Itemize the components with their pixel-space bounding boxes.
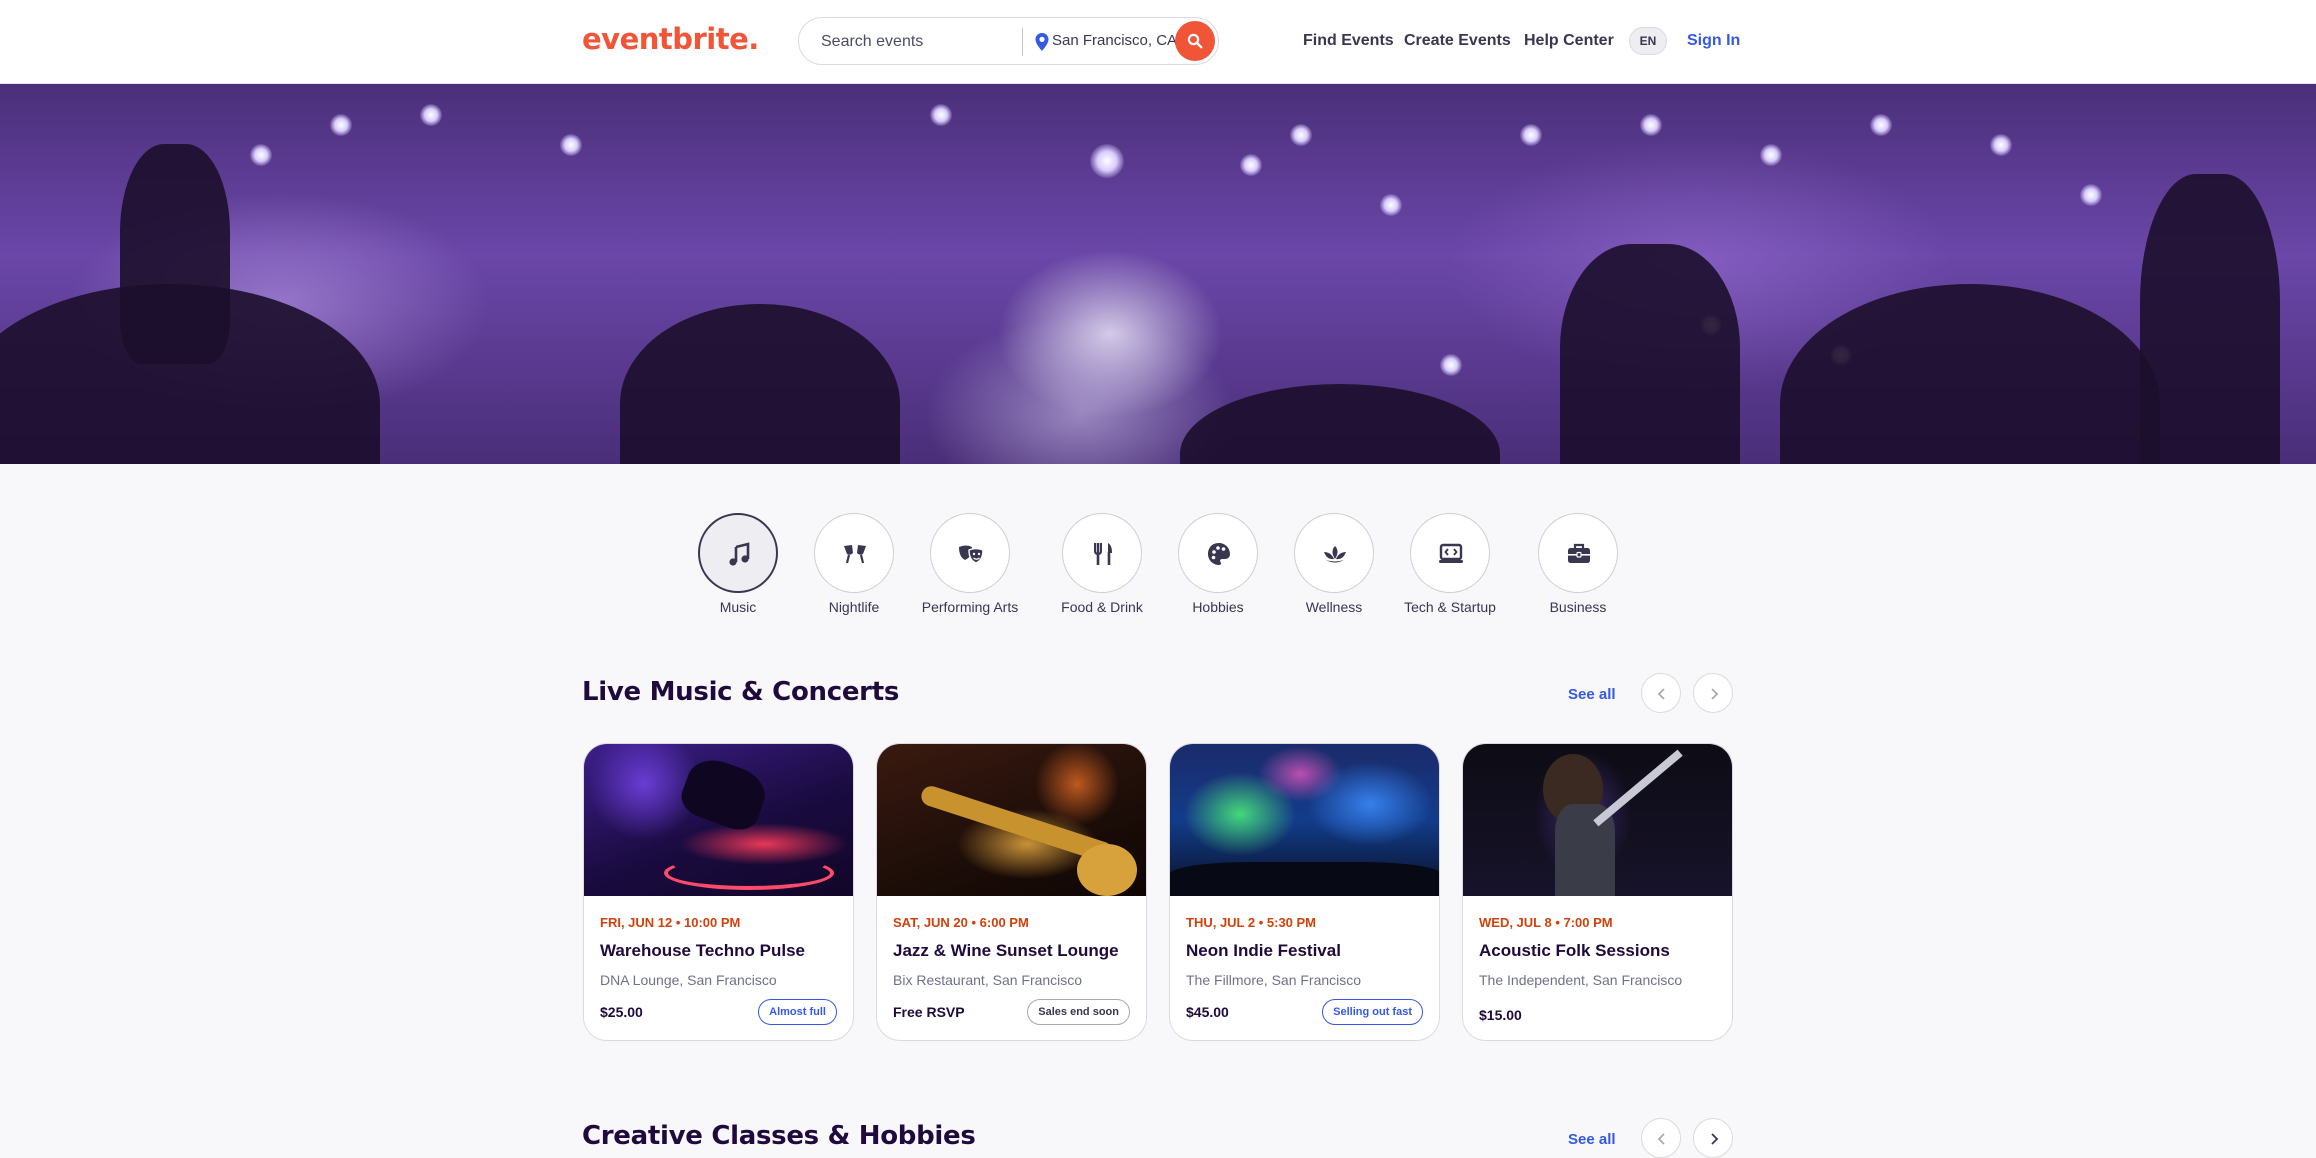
category-business[interactable]: Business <box>1538 513 1648 623</box>
event-date: WED, JUL 8 • 7:00 PM <box>1479 915 1613 930</box>
crowd-silhouette <box>1560 244 1740 464</box>
nav-help-center[interactable]: Help Center <box>1524 32 1614 50</box>
event-date: THU, JUL 2 • 5:30 PM <box>1186 915 1317 930</box>
chevron-right-icon <box>1711 688 1719 700</box>
event-image-trumpet <box>877 744 1146 896</box>
category-circle <box>930 513 1010 593</box>
section-title-live-music: Live Music & Concerts <box>582 677 899 707</box>
event-price: $15.00 <box>1479 1007 1522 1023</box>
crowd-silhouette <box>1180 384 1500 464</box>
carousel-prev-button[interactable] <box>1641 673 1681 713</box>
search-bar: San Francisco, CA <box>798 17 1219 65</box>
category-circle <box>698 513 778 593</box>
status-badge: Almost full <box>758 999 837 1025</box>
crowd-silhouette <box>620 304 900 464</box>
event-date: SAT, JUN 20 • 6:00 PM <box>893 915 1029 930</box>
see-all-link[interactable]: See all <box>1568 686 1616 703</box>
event-image-guitarist <box>1463 744 1732 896</box>
carousel-next-button[interactable] <box>1693 673 1733 713</box>
location-pin-icon <box>1035 33 1049 51</box>
crowd-silhouette <box>120 144 230 364</box>
event-card[interactable]: FRI, JUN 12 • 10:00 PM Warehouse Techno … <box>583 743 854 1041</box>
search-icon <box>1187 33 1203 49</box>
event-title[interactable]: Warehouse Techno Pulse <box>600 941 805 961</box>
nav-create-events[interactable]: Create Events <box>1404 32 1511 50</box>
status-badge: Sales end soon <box>1027 999 1130 1025</box>
chevron-right-icon <box>1711 1133 1719 1145</box>
briefcase-icon <box>1568 543 1590 563</box>
theater-masks-icon <box>959 545 984 564</box>
palette-icon <box>1208 543 1230 565</box>
chevron-left-icon <box>1657 688 1665 700</box>
event-image-festival <box>1170 744 1439 896</box>
event-title[interactable]: Jazz & Wine Sunset Lounge <box>893 941 1119 961</box>
event-price: $25.00 <box>600 1004 643 1020</box>
sign-in-link[interactable]: Sign In <box>1687 32 1740 50</box>
event-date: FRI, JUN 12 • 10:00 PM <box>600 915 741 930</box>
language-selector[interactable]: EN <box>1629 27 1667 55</box>
hero-banner-image <box>0 84 2316 464</box>
event-venue: DNA Lounge, San Francisco <box>600 972 777 988</box>
trumpet-bell <box>1077 844 1137 896</box>
event-title[interactable]: Neon Indie Festival <box>1186 941 1341 961</box>
search-input[interactable] <box>821 30 1011 54</box>
see-all-link[interactable]: See all <box>1568 1131 1616 1148</box>
crowd-silhouette <box>1780 284 2160 464</box>
event-card[interactable]: SAT, JUN 20 • 6:00 PM Jazz & Wine Sunset… <box>876 743 1147 1041</box>
search-divider <box>1022 28 1023 56</box>
event-card[interactable]: WED, JUL 8 • 7:00 PM Acoustic Folk Sessi… <box>1462 743 1733 1041</box>
crowd-silhouette <box>1170 862 1439 896</box>
search-button[interactable] <box>1175 21 1215 61</box>
event-venue: The Fillmore, San Francisco <box>1186 972 1362 988</box>
music-note-icon <box>729 542 750 566</box>
dj-deck-light <box>664 856 834 890</box>
category-circle <box>1410 513 1490 593</box>
event-card[interactable]: THU, JUL 2 • 5:30 PM Neon Indie Festival… <box>1169 743 1440 1041</box>
event-venue: Bix Restaurant, San Francisco <box>893 972 1083 988</box>
eventbrite-logo[interactable]: eventbrite. <box>582 22 759 56</box>
event-title[interactable]: Acoustic Folk Sessions <box>1479 941 1670 961</box>
cheers-icon <box>844 545 866 564</box>
crowd-silhouette <box>2140 174 2280 464</box>
event-image-dj <box>584 744 853 896</box>
category-label: Business <box>1549 599 1607 615</box>
location-text[interactable]: San Francisco, CA <box>1052 32 1177 49</box>
category-circle <box>1178 513 1258 593</box>
category-circle <box>814 513 894 593</box>
laptop-code-icon <box>1439 543 1463 563</box>
event-price: $45.00 <box>1186 1004 1229 1020</box>
carousel-next-button[interactable] <box>1693 1118 1733 1158</box>
dj-hand <box>676 752 772 836</box>
status-badge: Selling out fast <box>1322 999 1423 1025</box>
nav-find-events[interactable]: Find Events <box>1303 32 1394 50</box>
category-circle <box>1062 513 1142 593</box>
event-price: Free RSVP <box>893 1004 965 1020</box>
lotus-icon <box>1324 546 1346 563</box>
category-circle <box>1294 513 1374 593</box>
category-circle <box>1538 513 1618 593</box>
guitar-neck <box>1593 749 1683 827</box>
carousel-prev-button[interactable] <box>1641 1118 1681 1158</box>
chevron-left-icon <box>1657 1133 1665 1145</box>
event-venue: The Independent, San Francisco <box>1479 972 1683 988</box>
section-title-creative-classes: Creative Classes & Hobbies <box>582 1121 976 1151</box>
fork-knife-icon <box>1094 543 1112 565</box>
top-nav-bar: eventbrite. San Francisco, CA Find Event… <box>0 0 2316 84</box>
